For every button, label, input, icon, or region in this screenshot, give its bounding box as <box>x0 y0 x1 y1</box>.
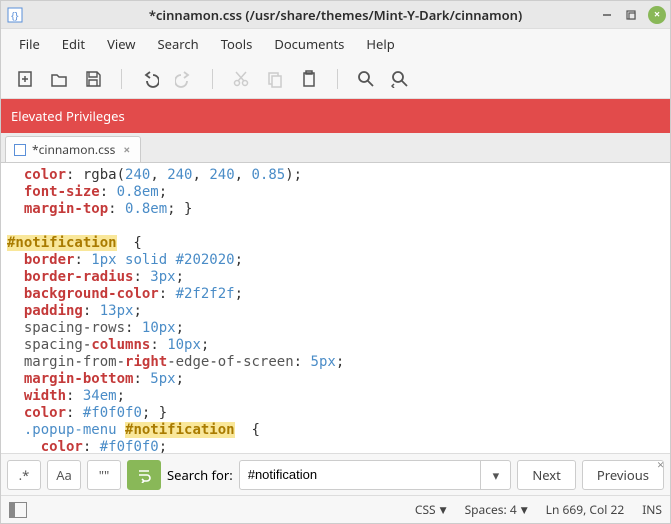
css-file-icon <box>14 144 26 156</box>
search-input[interactable] <box>240 467 481 482</box>
svg-text:{}: {} <box>11 8 19 22</box>
maximize-button[interactable] <box>624 8 638 22</box>
separator-icon <box>121 69 122 89</box>
privileges-banner: Elevated Privileges <box>1 99 670 133</box>
tab-bar: *cinnamon.css × <box>1 133 670 163</box>
toolbar <box>1 59 670 99</box>
copy-button[interactable] <box>261 65 289 93</box>
search-next-button[interactable]: Next <box>517 460 576 490</box>
menubar: File Edit View Search Tools Documents He… <box>1 29 670 59</box>
search-label: Search for: <box>167 466 233 484</box>
tab-cinnamon-css[interactable]: *cinnamon.css × <box>5 136 141 162</box>
search-bar: .* Aa "" Search for: ▾ Next Previous × <box>1 453 670 495</box>
indent-selector[interactable]: Spaces: 4 ▼ <box>465 501 528 518</box>
find-button[interactable] <box>352 65 380 93</box>
separator-icon <box>212 69 213 89</box>
tab-close-button[interactable]: × <box>121 141 132 158</box>
find-replace-button[interactable] <box>386 65 414 93</box>
menu-view[interactable]: View <box>97 31 145 57</box>
menu-search[interactable]: Search <box>148 31 209 57</box>
app-icon: {} <box>7 7 23 23</box>
search-previous-button[interactable]: Previous <box>582 460 664 490</box>
titlebar: {} *cinnamon.css (/usr/share/themes/Mint… <box>1 1 670 29</box>
menu-file[interactable]: File <box>9 31 50 57</box>
undo-button[interactable] <box>136 65 164 93</box>
case-toggle[interactable]: Aa <box>47 460 81 490</box>
language-selector[interactable]: CSS ▼ <box>415 501 447 518</box>
code-editor[interactable]: color: rgba(240, 240, 240, 0.85); font-s… <box>1 163 670 453</box>
wrap-toggle[interactable] <box>127 460 161 490</box>
redo-button[interactable] <box>170 65 198 93</box>
close-search-button[interactable]: × <box>657 456 664 473</box>
close-button[interactable]: × <box>648 6 666 24</box>
new-file-button[interactable] <box>11 65 39 93</box>
cursor-position[interactable]: Ln 669, Col 22 <box>546 501 625 518</box>
regex-toggle[interactable]: .* <box>7 460 41 490</box>
whole-word-toggle[interactable]: "" <box>87 460 121 490</box>
window-title: *cinnamon.css (/usr/share/themes/Mint-Y-… <box>1 6 670 24</box>
cut-button[interactable] <box>227 65 255 93</box>
search-history-dropdown[interactable]: ▾ <box>480 461 510 489</box>
banner-text: Elevated Privileges <box>11 107 125 125</box>
minimize-button[interactable] <box>600 8 614 22</box>
search-input-wrap: ▾ <box>239 460 512 490</box>
open-file-button[interactable] <box>45 65 73 93</box>
menu-help[interactable]: Help <box>356 31 404 57</box>
menu-edit[interactable]: Edit <box>52 31 95 57</box>
status-bar: CSS ▼ Spaces: 4 ▼ Ln 669, Col 22 INS <box>1 495 670 523</box>
menu-documents[interactable]: Documents <box>264 31 354 57</box>
separator-icon <box>337 69 338 89</box>
menu-tools[interactable]: Tools <box>211 31 263 57</box>
paste-button[interactable] <box>295 65 323 93</box>
side-panel-toggle[interactable] <box>9 502 27 518</box>
tab-label: *cinnamon.css <box>32 141 115 158</box>
insert-mode[interactable]: INS <box>642 501 662 518</box>
save-button[interactable] <box>79 65 107 93</box>
